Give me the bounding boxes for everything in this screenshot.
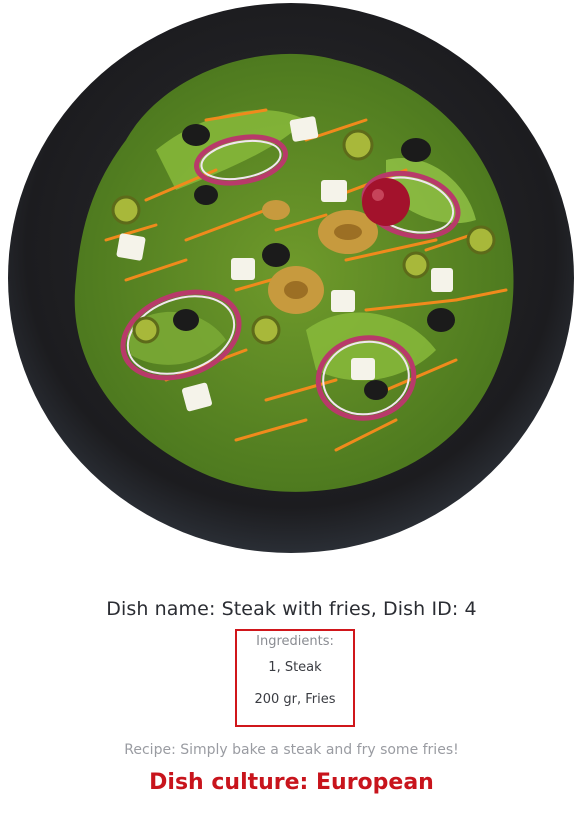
dish-culture-text: Dish culture: European bbox=[149, 770, 434, 795]
dish-detail-page: Dish name: Steak with fries, Dish ID: 4 … bbox=[0, 0, 583, 813]
recipe-text: Recipe: Simply bake a steak and fry some… bbox=[124, 742, 459, 758]
ingredients-heading: Ingredients: bbox=[256, 634, 334, 649]
dish-name-text: Dish name: Steak with fries, Dish ID: 4 bbox=[106, 598, 477, 620]
ingredient-item: 1, Steak bbox=[268, 660, 322, 675]
ingredients-list: Ingredients: 1, Steak 200 gr, Fries bbox=[235, 629, 355, 727]
ingredient-item: 200 gr, Fries bbox=[254, 692, 336, 707]
dish-image bbox=[6, 0, 576, 555]
